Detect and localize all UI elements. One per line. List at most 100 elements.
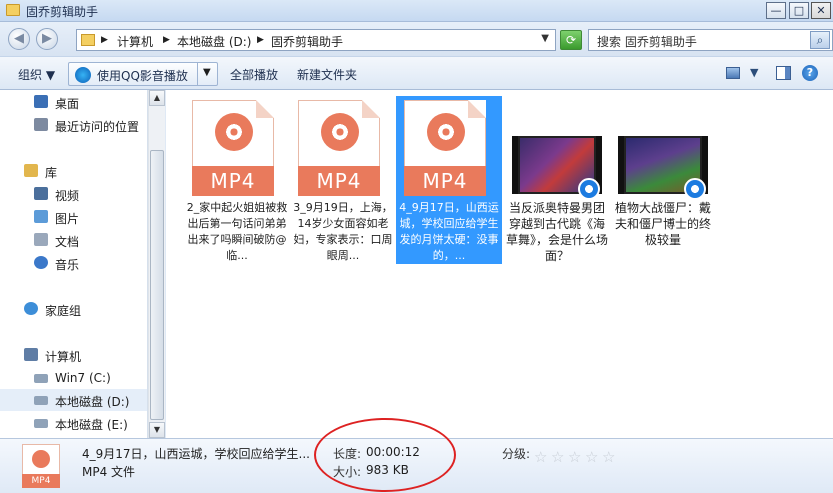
maximize-button[interactable]: □ [789, 2, 809, 19]
libraries-icon [24, 164, 38, 177]
minimize-button[interactable]: — [766, 2, 786, 19]
details-filename: 4_9月17日，山西运城，学校回应给学生... [82, 447, 310, 461]
rating-label: 分级: [502, 447, 531, 461]
drive-c-icon [34, 374, 48, 383]
help-icon[interactable]: ? [802, 65, 818, 81]
breadcrumb-computer[interactable]: 计算机 [117, 33, 153, 50]
nav-item-label: 文档 [55, 235, 80, 249]
mp4-file-icon: MP4 [22, 444, 60, 488]
mp4-badge: MP4 [22, 474, 60, 488]
nav-item-label: 图片 [55, 212, 80, 226]
length-value: 00:00:12 [366, 445, 420, 459]
recent-places-icon [34, 118, 48, 131]
preview-pane-icon[interactable] [776, 66, 791, 80]
nav-item-music[interactable]: 音乐 [0, 252, 147, 274]
search-icon[interactable]: ⌕ [810, 31, 830, 49]
play-all-button[interactable]: 全部播放 [230, 66, 278, 83]
size-value: 983 KB [366, 463, 409, 477]
address-row: ◀ ▶ ▶ 计算机 ▶ 本地磁盘 (D:) ▶ 固乔剪辑助手 ▼ ⟳ 搜索 固乔… [0, 22, 833, 56]
rating-star-icon[interactable]: ☆ [534, 448, 547, 466]
nav-item-homegroup[interactable]: 家庭组 [0, 298, 147, 320]
file-list: MP4 2_家中起火姐姐被救出后第一句话问弟弟出来了吗瞬间破防@临... MP4… [166, 90, 833, 438]
nav-item-drive-e[interactable]: 本地磁盘 (E:) [0, 412, 147, 434]
refresh-button[interactable]: ⟳ [560, 30, 582, 50]
new-folder-button[interactable]: 新建文件夹 [297, 66, 357, 83]
nav-item-label: 音乐 [55, 258, 80, 272]
documents-icon [34, 233, 48, 246]
nav-item-videos[interactable]: 视频 [0, 183, 147, 205]
split-separator [197, 63, 198, 85]
nav-item-drive-c[interactable]: Win7 (C:) [0, 367, 147, 389]
nav-item-drive-d[interactable]: 本地磁盘 (D:) [0, 389, 147, 411]
length-label: 长度: [333, 447, 362, 461]
nav-item-desktop[interactable]: 桌面 [0, 91, 147, 113]
file-item[interactable]: MP4 3_9月19日，上海，14岁少女面容如老妇，专家表示：口周眼周... [290, 96, 396, 264]
size-label: 大小: [333, 465, 362, 479]
breadcrumb-current-folder[interactable]: 固乔剪辑助手 [271, 33, 343, 50]
scroll-down-button[interactable]: ▼ [149, 422, 165, 438]
nav-item-libraries[interactable]: 库 [0, 160, 147, 182]
rating-star-icon[interactable]: ☆ [585, 448, 598, 466]
navigation-pane: 桌面 最近访问的位置 库 视频 图片 文档 音乐 家庭组 计算机 Win7 (C… [0, 90, 148, 438]
command-bar: 组织 ▼ 使用QQ影音播放 ▼ 全部播放 新建文件夹 ▼ ? [0, 56, 833, 90]
organize-menu[interactable]: 组织 ▼ [18, 66, 55, 83]
chevron-right-icon[interactable]: ▶ [257, 35, 264, 45]
chevron-down-icon[interactable]: ▼ [541, 33, 549, 44]
mp4-badge: MP4 [298, 166, 380, 196]
homegroup-icon [24, 302, 38, 315]
mp4-file-icon: MP4 [298, 100, 380, 196]
nav-item-label: 视频 [55, 189, 80, 203]
file-item-selected[interactable]: MP4 4_9月17日，山西运城，学校回应给学生发的月饼太硬：没事的，... [396, 96, 502, 264]
nav-item-pictures[interactable]: 图片 [0, 206, 147, 228]
rating-star-icon[interactable]: ☆ [568, 448, 581, 466]
file-item[interactable]: MP4 2_家中起火姐姐被救出后第一句话问弟弟出来了吗瞬间破防@临... [184, 96, 290, 264]
play-badge-icon [684, 178, 706, 200]
chevron-right-icon[interactable]: ▶ [101, 35, 108, 45]
file-name: 植物大战僵尸：戴夫和僵尸博士的终极较量 [614, 201, 711, 247]
mp4-file-icon: MP4 [404, 100, 486, 196]
nav-item-label: 本地磁盘 (E:) [55, 418, 128, 432]
videos-icon [34, 187, 48, 200]
rating-star-icon[interactable]: ☆ [602, 448, 615, 466]
scroll-up-button[interactable]: ▲ [149, 90, 165, 106]
nav-item-computer[interactable]: 计算机 [0, 344, 147, 366]
forward-button[interactable]: ▶ [36, 28, 58, 50]
nav-item-label: 计算机 [45, 350, 82, 364]
mp4-badge: MP4 [192, 166, 274, 196]
chevron-right-icon[interactable]: ▶ [163, 35, 170, 45]
scroll-thumb[interactable] [150, 150, 164, 420]
chevron-down-icon[interactable]: ▼ [203, 67, 211, 78]
chevron-down-icon[interactable]: ▼ [750, 66, 758, 79]
file-name: 2_家中起火姐姐被救出后第一句话问弟弟出来了吗瞬间破防@临... [186, 201, 288, 262]
drive-e-icon [34, 419, 48, 428]
title-bar: 固乔剪辑助手 — □ ✕ [0, 0, 833, 22]
details-filetype: MP4 文件 [82, 465, 136, 479]
back-button[interactable]: ◀ [8, 28, 30, 50]
nav-item-documents[interactable]: 文档 [0, 229, 147, 251]
rating-star-icon[interactable]: ☆ [551, 448, 564, 466]
mp4-badge: MP4 [404, 166, 486, 196]
qq-player-icon [75, 67, 91, 83]
search-input[interactable]: 搜索 固乔剪辑助手 ⌕ [588, 29, 833, 51]
file-name: 3_9月19日，上海，14岁少女面容如老妇，专家表示：口周眼周... [293, 201, 393, 262]
close-button[interactable]: ✕ [811, 2, 831, 19]
folder-icon [6, 4, 20, 16]
desktop-icon [34, 95, 48, 108]
nav-item-label: Win7 (C:) [55, 371, 111, 385]
change-view-icon[interactable] [726, 67, 740, 79]
nav-item-label: 本地磁盘 (D:) [55, 395, 130, 409]
window-title: 固乔剪辑助手 [26, 5, 99, 19]
video-thumbnail-icon [512, 136, 602, 200]
nav-scrollbar[interactable]: ▲ ▼ [148, 90, 165, 438]
file-item[interactable]: 当反派奥特曼男团穿越到古代跳《海草舞》，会是什么场面？ [504, 96, 610, 264]
address-bar[interactable]: ▶ 计算机 ▶ 本地磁盘 (D:) ▶ 固乔剪辑助手 ▼ [76, 29, 556, 51]
file-item[interactable]: 植物大战僵尸：戴夫和僵尸博士的终极较量 [610, 96, 716, 264]
play-with-button[interactable]: 使用QQ影音播放 ▼ [68, 62, 218, 86]
file-name: 4_9月17日，山西运城，学校回应给学生发的月饼太硬：没事的，... [399, 201, 499, 262]
drive-d-icon [34, 396, 48, 405]
play-badge-icon [578, 178, 600, 200]
breadcrumb-drive-d[interactable]: 本地磁盘 (D:) [177, 33, 251, 50]
folder-icon [81, 34, 95, 46]
nav-item-recent-places[interactable]: 最近访问的位置 [0, 114, 147, 136]
nav-item-label: 最近访问的位置 [55, 120, 140, 134]
